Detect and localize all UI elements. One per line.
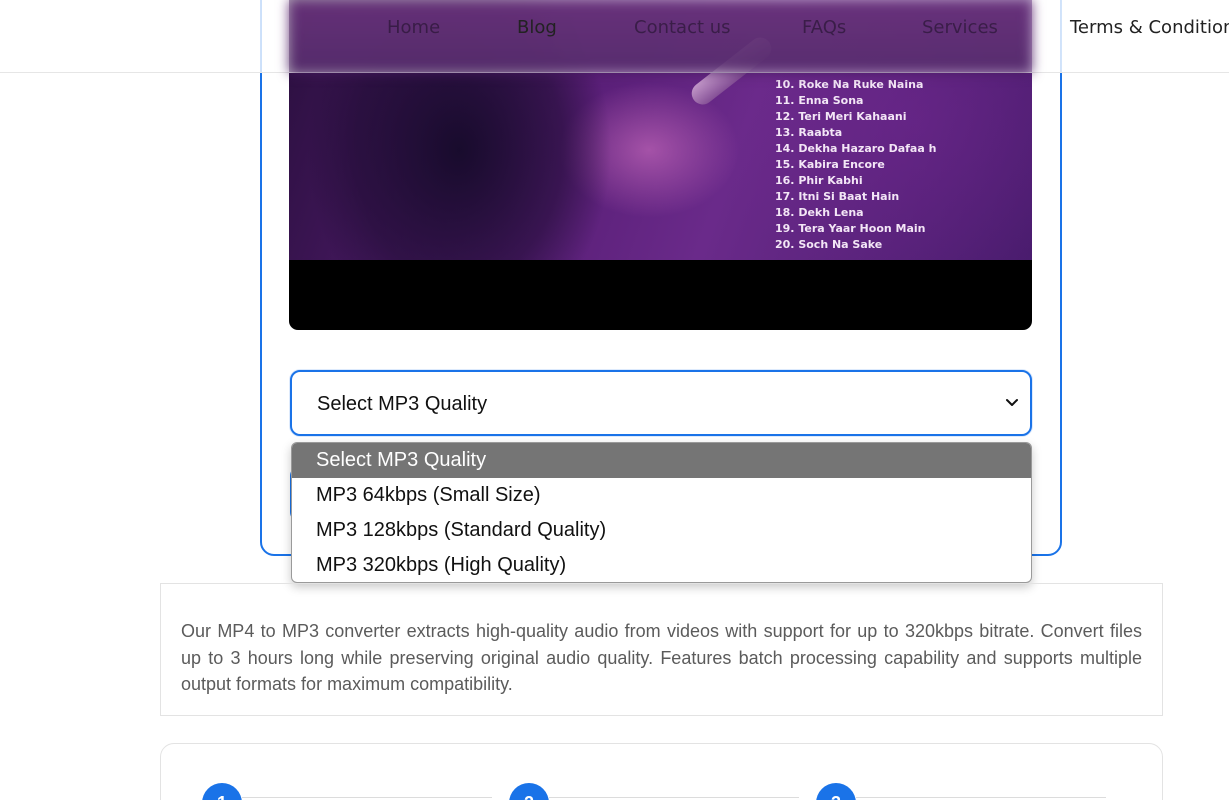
track-item: 18. Dekh Lena <box>775 206 864 219</box>
site-header: Home Blog Contact us FAQs Services Terms… <box>0 0 1229 73</box>
option-mp3-320kbps[interactable]: MP3 320kbps (High Quality) <box>292 548 1031 582</box>
option-mp3-128kbps[interactable]: MP3 128kbps (Standard Quality) <box>292 513 1031 548</box>
description-text: Our MP4 to MP3 converter extracts high-q… <box>181 621 1142 694</box>
nav-terms-conditions[interactable]: Terms & Conditions <box>1070 17 1229 38</box>
nav-services[interactable]: Services <box>922 17 998 38</box>
mp3-quality-select[interactable]: Select MP3 Quality <box>290 370 1032 436</box>
description-box: Our MP4 to MP3 converter extracts high-q… <box>160 583 1163 716</box>
track-item: 14. Dekha Hazaro Dafaa h <box>775 142 937 155</box>
chevron-down-icon <box>1006 399 1018 406</box>
option-mp3-64kbps[interactable]: MP3 64kbps (Small Size) <box>292 478 1031 513</box>
track-item: 20. Soch Na Sake <box>775 238 883 251</box>
quality-dropdown-list: Select MP3 Quality MP3 64kbps (Small Siz… <box>291 442 1032 583</box>
tracklist: 10. Roke Na Ruke Naina 11. Enna Sona 12.… <box>775 77 936 253</box>
track-item: 13. Raabta <box>775 126 843 139</box>
step-connector <box>242 797 492 798</box>
track-item: 19. Tera Yaar Hoon Main <box>775 222 926 235</box>
nav-blog[interactable]: Blog <box>517 17 557 38</box>
option-select-mp3-quality[interactable]: Select MP3 Quality <box>292 443 1031 478</box>
select-value: Select MP3 Quality <box>317 393 488 415</box>
nav-contact-us[interactable]: Contact us <box>634 17 731 38</box>
track-item: 15. Kabira Encore <box>775 158 885 171</box>
track-item: 17. Itni Si Baat Hain <box>775 190 900 203</box>
step-connector <box>549 797 799 798</box>
nav-faqs[interactable]: FAQs <box>802 17 846 38</box>
step-connector <box>856 797 1106 798</box>
nav-home[interactable]: Home <box>387 17 440 38</box>
track-item: 12. Teri Meri Kahaani <box>775 110 907 123</box>
track-item: 11. Enna Sona <box>775 94 864 107</box>
track-item: 10. Roke Na Ruke Naina <box>775 78 924 91</box>
track-item: 16. Phir Kabhi <box>775 174 863 187</box>
steps-card <box>160 743 1163 800</box>
